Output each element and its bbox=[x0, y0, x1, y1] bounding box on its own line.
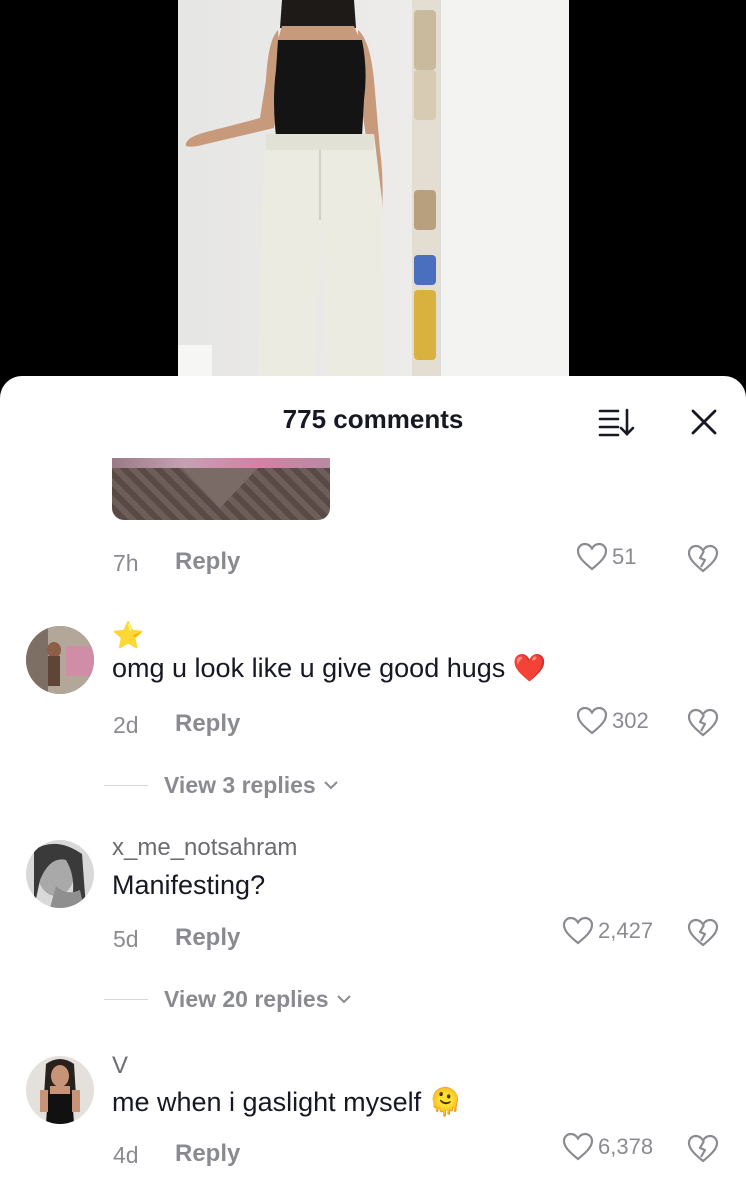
view-replies-label: View 20 replies bbox=[164, 985, 329, 1012]
view-replies-button[interactable]: View 3 replies bbox=[104, 770, 340, 800]
comment-text: omg u look like u give good hugs ❤️ bbox=[112, 653, 547, 683]
like-button[interactable]: 6,378 bbox=[562, 1132, 653, 1162]
reply-button[interactable]: Reply bbox=[175, 1140, 240, 1168]
person-figure bbox=[185, 0, 384, 380]
sort-icon bbox=[598, 408, 635, 437]
broken-heart-icon[interactable] bbox=[686, 542, 720, 574]
emoji: 🫠 bbox=[428, 1087, 463, 1117]
reply-button[interactable]: Reply bbox=[175, 924, 240, 952]
like-button[interactable]: 302 bbox=[576, 706, 649, 736]
heart-icon bbox=[562, 1132, 594, 1161]
comment-time: 2d bbox=[113, 712, 139, 738]
close-icon bbox=[691, 409, 717, 435]
avatar[interactable] bbox=[26, 626, 94, 694]
broken-heart-icon[interactable] bbox=[686, 1132, 720, 1164]
view-replies-label: View 3 replies bbox=[164, 771, 316, 798]
comment-time: 4d bbox=[113, 1142, 139, 1168]
chevron-down-icon bbox=[336, 995, 351, 1004]
username[interactable]: x_me_notsahram bbox=[112, 834, 297, 862]
heart-icon bbox=[576, 542, 608, 571]
comment-image-attachment[interactable] bbox=[112, 458, 330, 520]
heart-icon bbox=[576, 706, 608, 735]
close-button[interactable] bbox=[688, 406, 720, 438]
reply-button[interactable]: Reply bbox=[175, 710, 240, 738]
comment-time: 5d bbox=[113, 926, 139, 952]
like-button[interactable]: 2,427 bbox=[562, 916, 653, 946]
chevron-down-icon bbox=[324, 781, 338, 790]
video-player[interactable] bbox=[0, 0, 746, 380]
broken-heart-icon[interactable] bbox=[686, 706, 720, 738]
like-button[interactable]: 51 bbox=[576, 542, 636, 572]
like-count: 6,378 bbox=[598, 1134, 654, 1159]
avatar[interactable] bbox=[26, 1056, 94, 1124]
comment-time: 7h bbox=[113, 550, 139, 576]
username[interactable]: V bbox=[112, 1052, 128, 1080]
comment-text: me when i gaslight myself 🫠 bbox=[112, 1087, 463, 1117]
broken-heart-icon[interactable] bbox=[686, 916, 720, 948]
comments-sheet: 775 comments 7h Reply 51 ⭐ omg u look li… bbox=[0, 376, 746, 1200]
heart-icon bbox=[562, 916, 594, 945]
like-count: 302 bbox=[612, 708, 649, 733]
view-replies-button[interactable]: View 20 replies bbox=[104, 984, 353, 1014]
like-count: 51 bbox=[612, 544, 637, 569]
sort-button[interactable] bbox=[598, 406, 636, 438]
emoji: ❤️ bbox=[512, 653, 547, 683]
like-count: 2,427 bbox=[598, 918, 654, 943]
reply-button[interactable]: Reply bbox=[175, 548, 240, 576]
avatar[interactable] bbox=[26, 840, 94, 908]
comment-text: Manifesting? bbox=[112, 870, 266, 900]
user-badge: ⭐ bbox=[112, 620, 145, 650]
video-frame bbox=[178, 0, 569, 380]
